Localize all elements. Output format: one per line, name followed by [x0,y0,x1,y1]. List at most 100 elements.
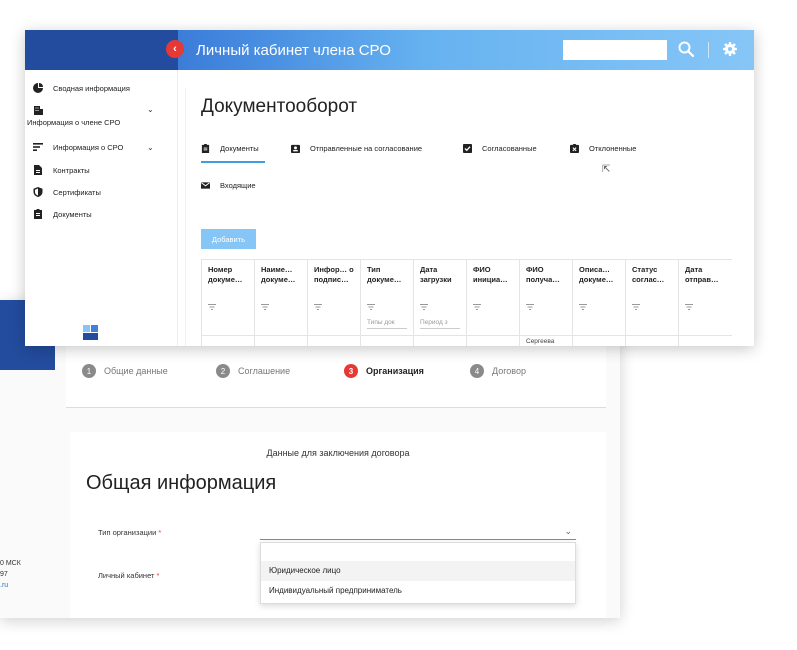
option-sole-proprietor[interactable]: Индивидуальный предприниматель [261,581,575,601]
filter-icon[interactable] [367,304,375,310]
step-number: 3 [344,364,358,378]
filter-icon[interactable] [685,304,693,310]
column-header[interactable]: Описа… докуме… [572,259,626,336]
column-header[interactable]: Дата отправ… [678,259,732,336]
tab-documents[interactable]: Документы [201,144,259,153]
contact-line: 97 [0,571,8,578]
sidebar-item-label: Документы [53,209,92,219]
column-title: Описа… докуме… [579,265,614,284]
step-agreement[interactable]: 2 Соглашение [216,364,290,378]
org-type-dropdown: Юридическое лицо Индивидуальный предприн… [260,542,576,604]
step-number: 2 [216,364,230,378]
tab-label: Отклоненные [589,144,637,153]
filter-icon[interactable] [579,304,587,310]
sidebar-item-label: Сводная информация [53,83,130,93]
tab-incoming[interactable]: Входящие [201,181,256,190]
cabinet-label: Личный кабинет * [98,571,159,580]
cabinet-window: ‹ Личный кабинет члена СРО Сводная инфор… [25,30,754,346]
filter-input[interactable]: Период з [420,318,460,329]
tab-sent-for-approval[interactable]: Отправленные на согласование [291,144,422,153]
filter-icon[interactable] [261,304,269,310]
table-cell [413,335,467,346]
documents-table: Номер докуме… Наиме… докуме… Инфор… о по… [201,259,732,346]
column-title: Тип докуме… [367,265,402,284]
sidebar-item-documents[interactable]: Документы [33,209,92,219]
sidebar-item-certificates[interactable]: Сертификаты [33,187,101,197]
table-row[interactable]: Сергеева [201,335,732,346]
table-cell [307,335,361,346]
chevron-down-icon: ⌄ [147,105,154,114]
column-header[interactable]: Тип докуме… Типы док [360,259,414,336]
sidebar-item-label: Сертификаты [53,187,101,197]
tab-label: Отправленные на согласование [310,144,423,153]
search-icon[interactable] [677,40,695,58]
filter-input[interactable]: Типы док [367,318,407,329]
org-type-select[interactable]: ⌄ [260,524,576,540]
column-header[interactable]: Дата загрузки Период з [413,259,467,336]
org-logo-icon [83,325,98,340]
wizard-steps: 1 Общие данные 2 Соглашение 3 Организаци… [66,346,606,408]
cancel-box-icon [570,144,579,153]
header-divider [708,42,709,58]
filter-icon[interactable] [526,304,534,310]
table-cell [625,335,679,346]
table-cell [201,335,255,346]
tab-rejected[interactable]: Отклоненные [570,144,636,153]
search-input[interactable] [563,40,667,60]
tab-approved[interactable]: Согласованные [463,144,537,153]
column-header[interactable]: Наиме… докуме… [254,259,308,336]
column-header[interactable]: ФИО инициа… [466,259,520,336]
column-title: Статус соглас… [632,265,665,284]
sidebar-item-contracts[interactable]: Контракты [33,165,90,175]
tab-label: Документы [220,144,259,153]
collapse-button[interactable]: ‹ [166,40,184,58]
building-icon [34,106,43,115]
active-tab-indicator [201,161,265,163]
step-general[interactable]: 1 Общие данные [82,364,168,378]
sidebar-item-label: Контракты [53,165,90,175]
filter-icon[interactable] [208,304,216,310]
column-title: ФИО получа… [526,265,560,284]
contract-form: Данные для заключения договора Общая инф… [70,432,606,618]
sidebar-item-sro-info[interactable]: Информация о СРО ⌄ [33,142,154,152]
filter-icon[interactable] [473,304,481,310]
column-title: Инфор… о подпис… [314,265,354,284]
mouse-cursor-icon: ⇱ [602,164,611,175]
sidebar-item-member-info[interactable]: ⌄ Информация о члене СРО [27,105,167,127]
step-label: Организация [366,366,424,376]
table-cell [678,335,732,346]
filter-icon[interactable] [632,304,640,310]
gear-icon[interactable] [722,41,738,57]
filter-icon[interactable] [420,304,428,310]
column-title: Дата загрузки [420,265,452,284]
chart-pie-icon [33,83,43,93]
column-header[interactable]: Статус соглас… [625,259,679,336]
column-title: Наиме… докуме… [261,265,296,284]
column-header[interactable]: ФИО получа… [519,259,573,336]
table-header-row: Номер докуме… Наиме… докуме… Инфор… о по… [201,259,732,336]
column-header[interactable]: Инфор… о подпис… [307,259,361,336]
form-header: Данные для заключения договора [266,448,410,458]
sidebar-item-label: Информация о СРО [53,142,124,152]
table-cell [466,335,520,346]
tab-label: Согласованные [482,144,537,153]
org-type-label: Тип организации * [98,528,161,537]
required-mark: * [158,528,162,537]
filter-icon[interactable] [314,304,322,310]
sidebar-item-summary[interactable]: Сводная информация [33,83,130,93]
contact-icon [291,144,300,153]
step-organization[interactable]: 3 Организация [344,364,424,378]
column-title: ФИО инициа… [473,265,508,284]
chevron-down-icon: ⌄ [147,142,154,152]
column-title: Номер докуме… [208,265,243,284]
step-contract[interactable]: 4 Договор [470,364,526,378]
logo-block [25,30,178,70]
app-header: ‹ Личный кабинет члена СРО [25,30,754,70]
column-header[interactable]: Номер докуме… [201,259,255,336]
step-label: Общие данные [104,366,168,376]
option-legal-entity[interactable]: Юридическое лицо [261,561,575,581]
add-document-button[interactable]: Добавить [201,229,256,249]
mail-icon [201,182,210,189]
contact-link[interactable]: .ru [0,580,21,591]
contact-info: 0 МСК 97 .ru [0,558,21,591]
